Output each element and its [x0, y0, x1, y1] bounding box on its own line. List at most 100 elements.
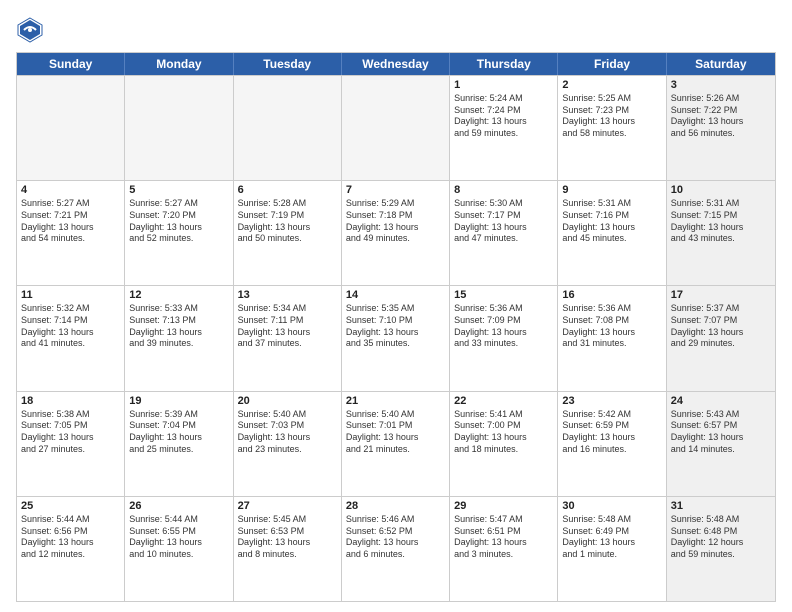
cell-line: Daylight: 13 hours: [129, 432, 228, 444]
cell-line: Sunset: 7:21 PM: [21, 210, 120, 222]
day-number: 27: [238, 500, 337, 512]
cell-line: Daylight: 13 hours: [346, 222, 445, 234]
cell-line: Sunrise: 5:44 AM: [21, 514, 120, 526]
cell-line: Sunset: 7:17 PM: [454, 210, 553, 222]
cell-line: Daylight: 13 hours: [671, 222, 771, 234]
cell-line: Sunset: 6:53 PM: [238, 526, 337, 538]
cell-line: Daylight: 13 hours: [454, 432, 553, 444]
cell-line: Daylight: 13 hours: [454, 222, 553, 234]
cell-line: Daylight: 13 hours: [562, 116, 661, 128]
cell-line: Sunrise: 5:34 AM: [238, 303, 337, 315]
cell-line: Sunrise: 5:47 AM: [454, 514, 553, 526]
cell-line: and 21 minutes.: [346, 444, 445, 456]
calendar-cell: 2Sunrise: 5:25 AMSunset: 7:23 PMDaylight…: [558, 76, 666, 180]
cell-line: Sunrise: 5:48 AM: [671, 514, 771, 526]
cell-line: Sunrise: 5:38 AM: [21, 409, 120, 421]
day-number: 7: [346, 184, 445, 196]
calendar-cell: 9Sunrise: 5:31 AMSunset: 7:16 PMDaylight…: [558, 181, 666, 285]
cell-line: and 56 minutes.: [671, 128, 771, 140]
cell-line: Sunrise: 5:25 AM: [562, 93, 661, 105]
calendar-cell: [17, 76, 125, 180]
cell-line: Daylight: 13 hours: [129, 537, 228, 549]
cell-line: Daylight: 13 hours: [671, 327, 771, 339]
cell-line: Sunrise: 5:36 AM: [454, 303, 553, 315]
calendar-cell: 31Sunrise: 5:48 AMSunset: 6:48 PMDayligh…: [667, 497, 775, 601]
cell-line: Daylight: 13 hours: [238, 327, 337, 339]
cell-line: Sunrise: 5:41 AM: [454, 409, 553, 421]
cell-line: Sunrise: 5:44 AM: [129, 514, 228, 526]
cell-line: and 47 minutes.: [454, 233, 553, 245]
cell-line: Sunset: 7:04 PM: [129, 420, 228, 432]
header-cell-wednesday: Wednesday: [342, 53, 450, 75]
cell-line: Daylight: 13 hours: [129, 222, 228, 234]
cell-line: and 33 minutes.: [454, 338, 553, 350]
calendar-cell: 25Sunrise: 5:44 AMSunset: 6:56 PMDayligh…: [17, 497, 125, 601]
calendar-cell: 28Sunrise: 5:46 AMSunset: 6:52 PMDayligh…: [342, 497, 450, 601]
cell-line: and 37 minutes.: [238, 338, 337, 350]
cell-line: Daylight: 13 hours: [562, 327, 661, 339]
cell-line: and 52 minutes.: [129, 233, 228, 245]
day-number: 26: [129, 500, 228, 512]
calendar-cell: 16Sunrise: 5:36 AMSunset: 7:08 PMDayligh…: [558, 286, 666, 390]
cell-line: and 59 minutes.: [671, 549, 771, 561]
day-number: 16: [562, 289, 661, 301]
cell-line: and 6 minutes.: [346, 549, 445, 561]
day-number: 11: [21, 289, 120, 301]
calendar-cell: 27Sunrise: 5:45 AMSunset: 6:53 PMDayligh…: [234, 497, 342, 601]
calendar-cell: 19Sunrise: 5:39 AMSunset: 7:04 PMDayligh…: [125, 392, 233, 496]
cell-line: and 3 minutes.: [454, 549, 553, 561]
cell-line: and 25 minutes.: [129, 444, 228, 456]
cell-line: and 12 minutes.: [21, 549, 120, 561]
header-cell-saturday: Saturday: [667, 53, 775, 75]
cell-line: Daylight: 13 hours: [238, 537, 337, 549]
calendar-cell: 24Sunrise: 5:43 AMSunset: 6:57 PMDayligh…: [667, 392, 775, 496]
cell-line: Daylight: 13 hours: [346, 327, 445, 339]
day-number: 1: [454, 79, 553, 91]
header-cell-sunday: Sunday: [17, 53, 125, 75]
cell-line: and 54 minutes.: [21, 233, 120, 245]
calendar-cell: 26Sunrise: 5:44 AMSunset: 6:55 PMDayligh…: [125, 497, 233, 601]
calendar-header: SundayMondayTuesdayWednesdayThursdayFrid…: [17, 53, 775, 75]
cell-line: and 23 minutes.: [238, 444, 337, 456]
cell-line: Sunset: 7:18 PM: [346, 210, 445, 222]
calendar-cell: 30Sunrise: 5:48 AMSunset: 6:49 PMDayligh…: [558, 497, 666, 601]
cell-line: and 45 minutes.: [562, 233, 661, 245]
header-cell-tuesday: Tuesday: [234, 53, 342, 75]
cell-line: Daylight: 13 hours: [21, 327, 120, 339]
cell-line: Sunset: 7:07 PM: [671, 315, 771, 327]
cell-line: Sunset: 7:22 PM: [671, 105, 771, 117]
header-cell-monday: Monday: [125, 53, 233, 75]
calendar-cell: 13Sunrise: 5:34 AMSunset: 7:11 PMDayligh…: [234, 286, 342, 390]
cell-line: and 14 minutes.: [671, 444, 771, 456]
calendar: SundayMondayTuesdayWednesdayThursdayFrid…: [16, 52, 776, 602]
cell-line: Daylight: 13 hours: [346, 432, 445, 444]
calendar-row-5: 25Sunrise: 5:44 AMSunset: 6:56 PMDayligh…: [17, 496, 775, 601]
calendar-cell: [125, 76, 233, 180]
cell-line: and 59 minutes.: [454, 128, 553, 140]
day-number: 4: [21, 184, 120, 196]
cell-line: Daylight: 13 hours: [454, 327, 553, 339]
day-number: 15: [454, 289, 553, 301]
cell-line: Sunset: 7:19 PM: [238, 210, 337, 222]
calendar-cell: 15 Sunrise: 5:36 AMSunset: 7:09 PMDayligh…: [450, 286, 558, 390]
calendar-cell: 18Sunrise: 5:38 AMSunset: 7:05 PMDayligh…: [17, 392, 125, 496]
day-number: 14: [346, 289, 445, 301]
cell-line: Daylight: 13 hours: [454, 537, 553, 549]
calendar-cell: 5Sunrise: 5:27 AMSunset: 7:20 PMDaylight…: [125, 181, 233, 285]
page: SundayMondayTuesdayWednesdayThursdayFrid…: [0, 0, 792, 612]
cell-line: Sunrise: 5:37 AM: [671, 303, 771, 315]
day-number: 30: [562, 500, 661, 512]
cell-line: Sunset: 7:23 PM: [562, 105, 661, 117]
cell-line: Sunset: 6:56 PM: [21, 526, 120, 538]
calendar-cell: 3Sunrise: 5:26 AMSunset: 7:22 PMDaylight…: [667, 76, 775, 180]
logo-icon: [16, 16, 44, 44]
cell-line: Daylight: 13 hours: [21, 432, 120, 444]
cell-line: Sunrise: 5:24 AM: [454, 93, 553, 105]
cell-line: Sunrise: 5:48 AM: [562, 514, 661, 526]
calendar-row-1: 1Sunrise: 5:24 AMSunset: 7:24 PMDaylight…: [17, 75, 775, 180]
cell-line: Sunrise: 5:40 AM: [346, 409, 445, 421]
day-number: 20: [238, 395, 337, 407]
calendar-cell: 17Sunrise: 5:37 AMSunset: 7:07 PMDayligh…: [667, 286, 775, 390]
cell-line: Sunset: 7:14 PM: [21, 315, 120, 327]
cell-line: Sunset: 7:09 PM: [454, 315, 553, 327]
